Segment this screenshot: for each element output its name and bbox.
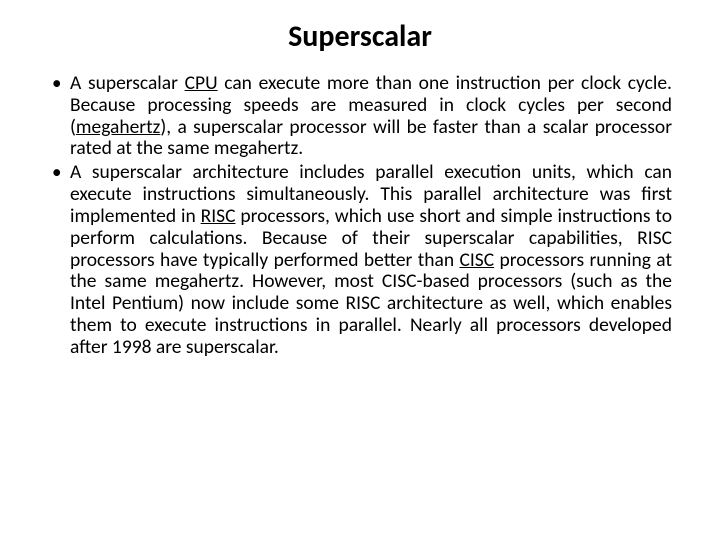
link-risc[interactable]: RISC	[201, 204, 236, 228]
slide-title: Superscalar	[48, 18, 672, 55]
text-run: ), a superscalar processor will be faste…	[70, 115, 672, 161]
list-item: A superscalar architecture includes para…	[48, 162, 672, 358]
link-cisc[interactable]: CISC	[459, 248, 494, 272]
link-megahertz[interactable]: megahertz	[76, 115, 160, 139]
bullet-list: A superscalar CPU can execute more than …	[48, 73, 672, 359]
text-run: A superscalar	[70, 71, 185, 95]
list-item: A superscalar CPU can execute more than …	[48, 73, 672, 160]
link-cpu[interactable]: CPU	[185, 71, 218, 95]
